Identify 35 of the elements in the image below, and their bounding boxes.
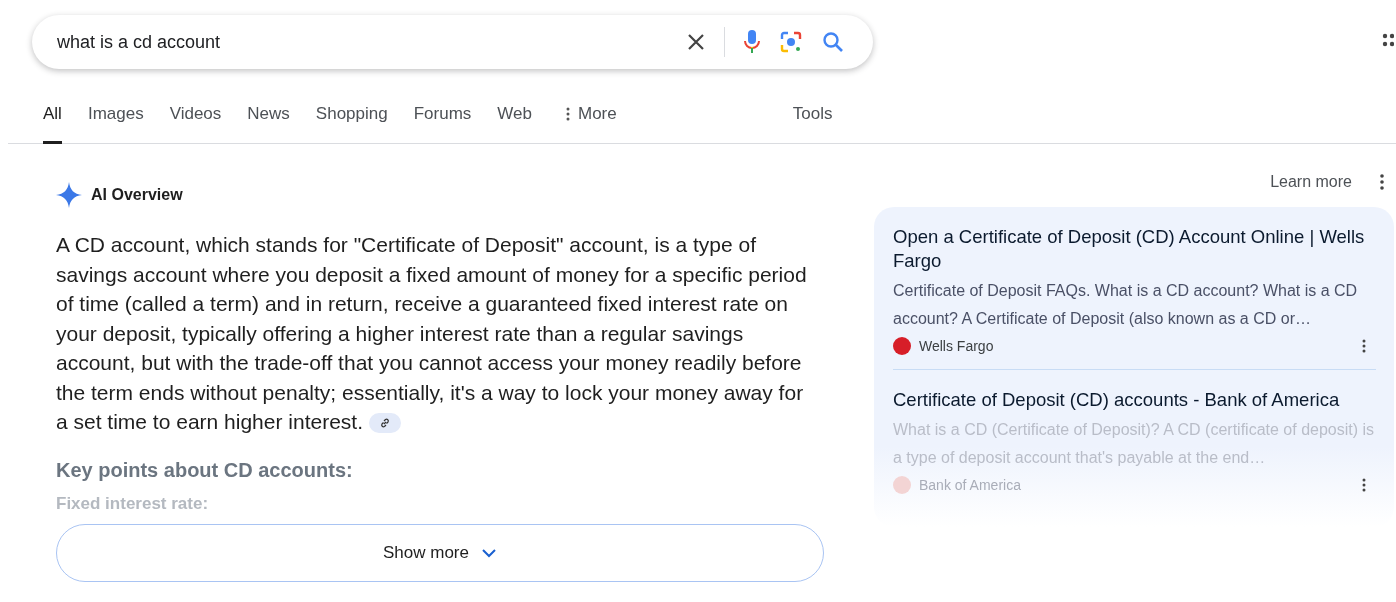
sparkle-icon [56, 182, 82, 208]
search-tab[interactable]: All [43, 83, 62, 144]
close-icon[interactable] [686, 32, 706, 52]
search-tab[interactable]: Web [497, 83, 532, 144]
more-vert-icon[interactable] [1362, 478, 1366, 492]
overview-paragraph: A CD account, which stands for "Certificate of Deposit" account, is a type of savings account where you deposit a fixed amount of money for a specific period of time (called a term) and in return, receive a guaranteed fixed interest rate on your deposit, typically offering a higher interest rate than a regular savings account, but with the trade-off that you cannot access your money readily before the term ends without penalty; essentially, it's a way to lock your money away for a set time to earn higher interest. [56, 232, 808, 436]
source-title-link[interactable]: Certificate of Deposit (CD) accounts - Bank of America [893, 388, 1376, 412]
search-icon[interactable] [821, 30, 845, 54]
search-field[interactable]: what is a cd account [32, 15, 873, 69]
show-more-button[interactable]: Show more [56, 523, 824, 582]
faded-point-heading: Fixed interest rate: [56, 493, 210, 514]
link-icon[interactable] [368, 413, 401, 434]
source-title-link[interactable]: Open a Certificate of Deposit (CD) Account Online | Wells Fargo [893, 225, 1376, 273]
chevron-down-icon [481, 547, 497, 558]
site-logo-icon [893, 337, 911, 355]
search-tab[interactable]: Shopping [315, 83, 388, 144]
search-tab[interactable]: Videos [169, 83, 222, 144]
ai-overview-title: AI Overview [91, 186, 183, 204]
search-tab[interactable]: Images [87, 83, 144, 144]
search-query: what is a cd account [57, 31, 222, 53]
source-site-name: Bank of America [919, 477, 1022, 493]
more-vert-icon[interactable] [1362, 339, 1366, 353]
more-vert-icon [566, 106, 570, 121]
source-site-name: Wells Fargo [919, 338, 995, 354]
more-vert-icon[interactable] [1380, 174, 1384, 190]
site-logo-icon [893, 476, 911, 494]
key-points-heading: Key points about CD accounts: [56, 458, 354, 482]
source-snippet: Certificate of Deposit FAQs. What is a CD account? What is a CD account? A Certificate of Deposit (also known as a CD or… [893, 281, 1359, 329]
learn-more-link[interactable]: Learn more [1270, 173, 1352, 191]
tools-button[interactable]: Tools [792, 103, 833, 124]
search-tab[interactable]: Forums [413, 83, 472, 144]
more-tab[interactable]: More [566, 83, 617, 144]
microphone-icon[interactable] [743, 29, 761, 55]
camera-lens-icon[interactable] [779, 30, 803, 54]
search-tab[interactable]: News [247, 83, 290, 144]
